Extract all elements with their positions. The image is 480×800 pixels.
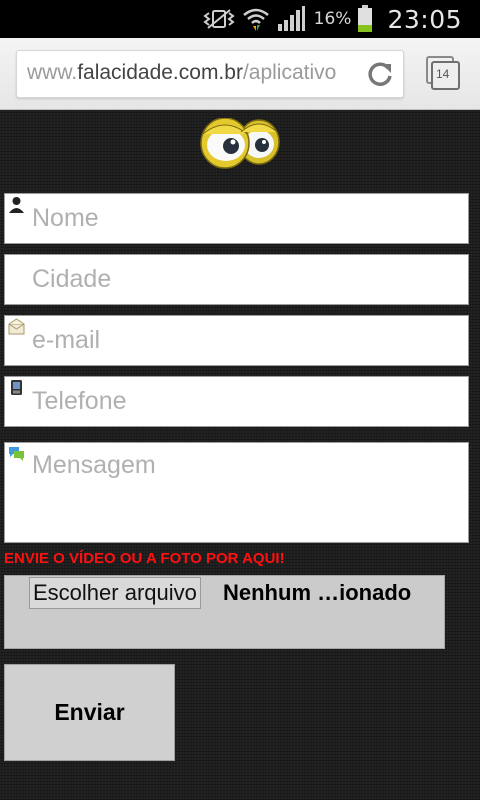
wifi-icon [242, 6, 270, 32]
address-url[interactable]: www.falacidade.com.br/aplicativo [27, 61, 357, 85]
phone-field[interactable] [4, 376, 469, 427]
url-domain: falacidade.com.br [77, 61, 243, 84]
vibrate-mode-icon [202, 8, 236, 30]
message-field[interactable] [4, 442, 469, 543]
person-icon [8, 196, 25, 213]
file-upload-control[interactable]: Escolher arquivo Nenhum …ionado [4, 575, 445, 649]
email-input[interactable] [5, 316, 468, 365]
name-field[interactable] [4, 193, 469, 244]
status-bar: 16% 23:05 [0, 0, 480, 38]
upload-notice: ENVIE O VÍDEO OU A FOTO POR AQUI! [4, 550, 285, 567]
reload-icon[interactable] [365, 60, 395, 90]
browser-toolbar: www.falacidade.com.br/aplicativo 14 [0, 38, 480, 110]
tab-count: 14 [436, 67, 450, 81]
chat-bubbles-icon [8, 445, 25, 462]
status-clock: 23:05 [387, 4, 462, 34]
address-bar[interactable]: www.falacidade.com.br/aplicativo [16, 50, 404, 98]
choose-file-button[interactable]: Escolher arquivo [29, 577, 201, 609]
envelope-icon [8, 318, 25, 335]
file-status-text: Nenhum …ionado [223, 580, 412, 605]
phone-input[interactable] [5, 377, 468, 426]
message-textarea[interactable] [5, 443, 468, 542]
url-path: /aplicativo [242, 61, 337, 84]
eyes-logo-icon [199, 117, 283, 170]
battery-percent: 16% [313, 9, 352, 29]
battery-icon [357, 5, 373, 33]
page-content: ENVIE O VÍDEO OU A FOTO POR AQUI! Escolh… [0, 110, 480, 800]
name-input[interactable] [5, 194, 468, 243]
submit-button[interactable]: Enviar [4, 664, 175, 761]
url-prefix: www. [27, 61, 78, 84]
city-input[interactable] [5, 255, 468, 304]
city-field[interactable] [4, 254, 469, 305]
signal-strength-icon [276, 6, 306, 32]
email-field[interactable] [4, 315, 469, 366]
mobile-phone-icon [8, 379, 25, 396]
